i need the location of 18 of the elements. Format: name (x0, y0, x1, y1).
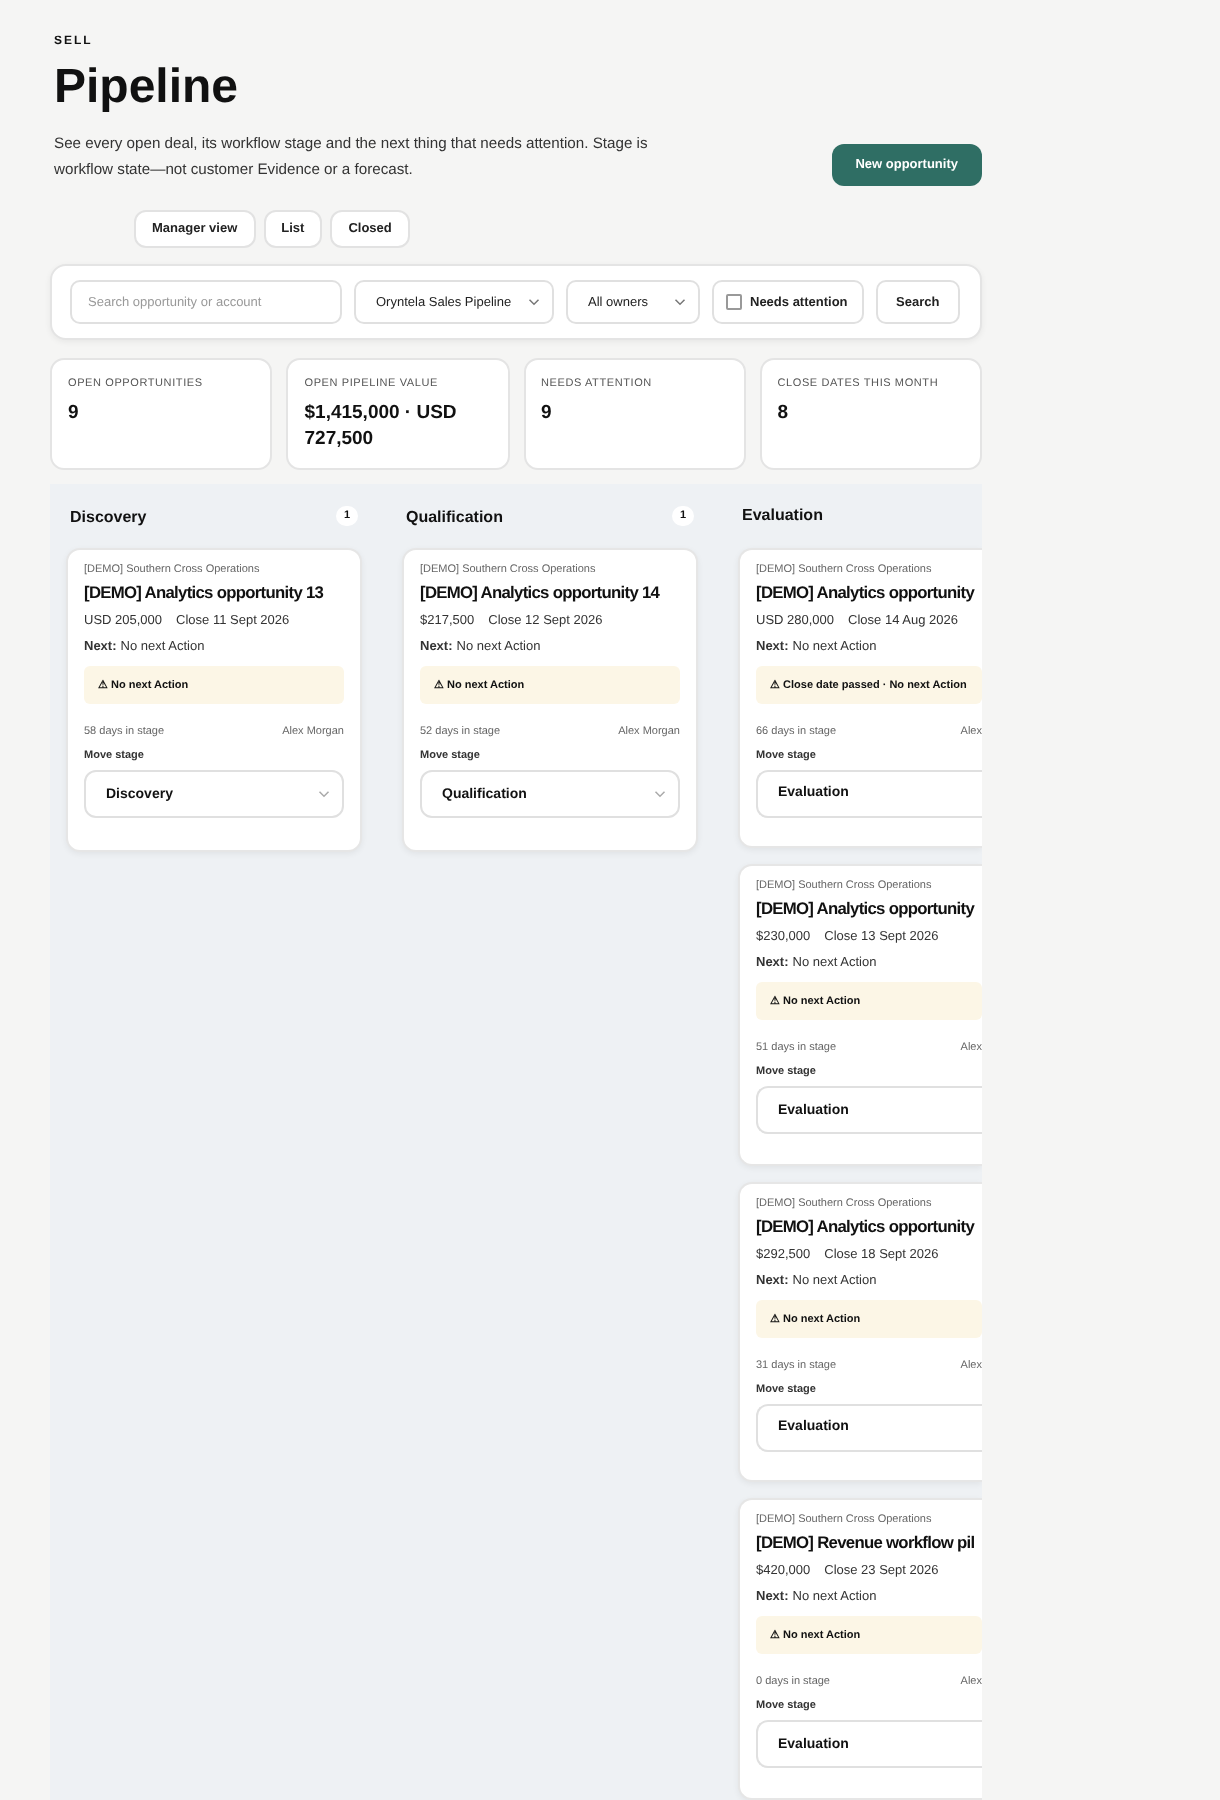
opportunity-title: [DEMO] Revenue workflow pil (756, 1532, 977, 1553)
opportunity-title: [DEMO] Analytics opportunity (756, 581, 977, 602)
column-title: Evaluation (742, 506, 823, 525)
column-title: Discovery (70, 507, 147, 525)
opportunity-title: [DEMO] Analytics opportunity (756, 898, 977, 919)
column-title: Qualification (406, 507, 503, 525)
chevron-down-icon (654, 790, 666, 798)
opportunity-title: [DEMO] Analytics opportunity 13 (84, 582, 326, 602)
stat-value: 9 (541, 400, 554, 426)
page-title: Pipeline (54, 60, 241, 116)
chevron-down-icon (318, 790, 330, 798)
opportunity-title: [DEMO] Analytics opportunity (756, 1215, 977, 1236)
chevron-down-icon (674, 298, 686, 306)
stat-value: 9 (68, 400, 81, 426)
stat-value: 8 (777, 400, 791, 426)
chevron-down-icon (528, 298, 540, 306)
opportunity-title: [DEMO] Analytics opportunity 14 (420, 582, 662, 602)
stat-value: $1,415,000 · USD 727,500 (304, 400, 459, 452)
